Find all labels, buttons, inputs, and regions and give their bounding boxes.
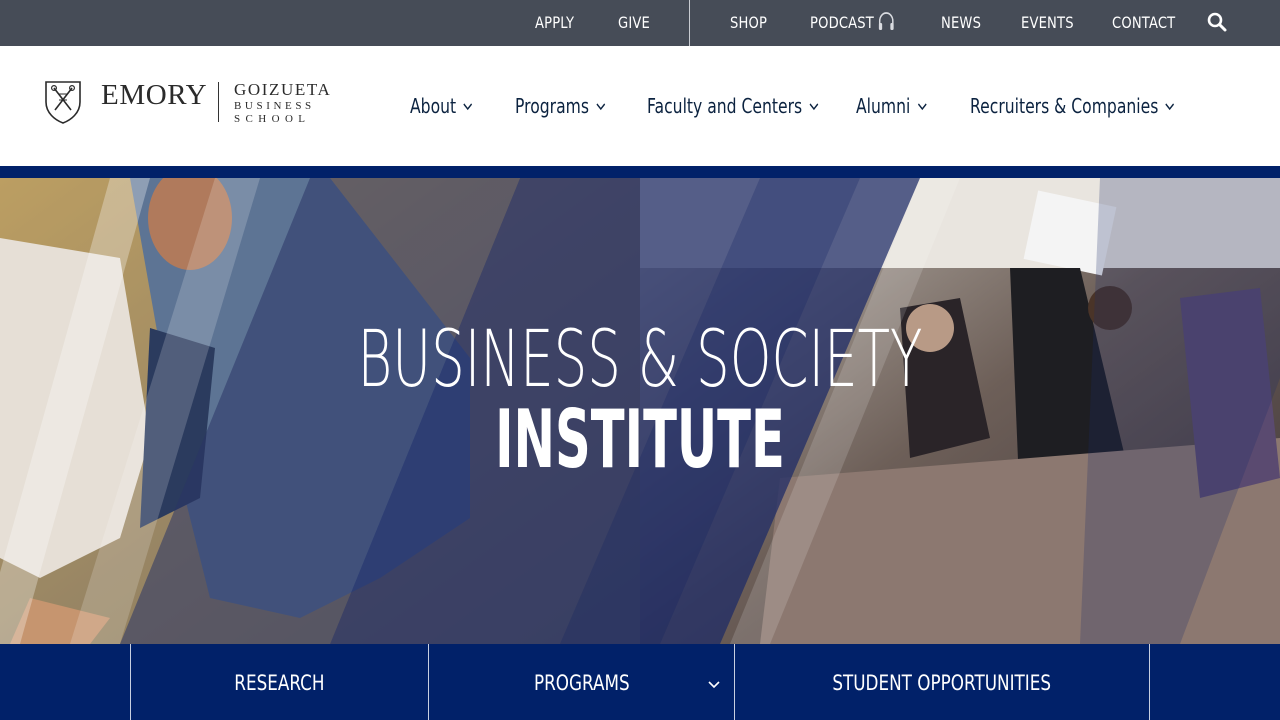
nav-item-about[interactable]: About (410, 91, 473, 121)
site-header: EMORY GOIZUETA BUSINESS SCHOOL About Pro… (0, 46, 1280, 166)
nav-item-label: Recruiters & Companies (970, 94, 1159, 118)
logo-school: SCHOOL (234, 113, 311, 125)
chevron-down-icon (917, 103, 927, 111)
utility-link-news[interactable]: NEWS (941, 0, 981, 46)
subnav-tab-label: RESEARCH (234, 671, 325, 695)
subnav-tab-label: PROGRAMS (533, 671, 630, 695)
subnav-divider (1149, 644, 1150, 720)
utility-link-events[interactable]: EVENTS (1021, 0, 1074, 46)
nav-item-programs[interactable]: Programs (515, 91, 606, 121)
utility-link-apply[interactable]: APPLY (535, 0, 574, 46)
subnav-tab-student-opportunities[interactable]: STUDENT OPPORTUNITIES (735, 644, 1149, 720)
utility-divider (689, 0, 690, 46)
subnav-tab-label: STUDENT OPPORTUNITIES (832, 671, 1052, 695)
logo-emory: EMORY (101, 79, 208, 111)
hero-title: BUSINESS & SOCIETY INSTITUTE (0, 318, 1280, 482)
nav-item-label: Faculty and Centers (647, 94, 803, 118)
utility-link-give[interactable]: GIVE (618, 0, 650, 46)
hero-banner: BUSINESS & SOCIETY INSTITUTE (0, 178, 1280, 644)
subnav-tab-research[interactable]: RESEARCH (131, 644, 428, 720)
chevron-down-icon (1165, 103, 1175, 111)
podcast-label: PODCAST (810, 13, 874, 32)
utility-link-shop[interactable]: SHOP (730, 0, 767, 46)
hero-title-line1: BUSINESS & SOCIETY (357, 315, 923, 405)
hero-title-line2: INSTITUTE (495, 393, 785, 486)
chevron-down-icon (809, 103, 819, 111)
nav-item-alumni[interactable]: Alumni (856, 91, 927, 121)
utility-link-podcast[interactable]: PODCAST (810, 0, 895, 46)
emory-shield-icon (45, 81, 81, 124)
search-icon[interactable] (1205, 11, 1229, 35)
nav-item-label: Alumni (856, 94, 911, 118)
nav-item-label: Programs (515, 94, 589, 118)
chevron-down-icon (463, 103, 473, 111)
chevron-down-icon (596, 103, 605, 111)
utility-bar: APPLY GIVE SHOP PODCAST NEWS EVENTS CONT… (0, 0, 1280, 46)
headphones-icon (878, 12, 894, 30)
nav-item-label: About (410, 94, 457, 118)
section-subnav: RESEARCH PROGRAMS STUDENT OPPORTUNITIES (0, 644, 1280, 720)
chevron-down-icon (708, 681, 720, 689)
nav-item-recruiters-and-companies[interactable]: Recruiters & Companies (970, 91, 1175, 121)
logo-business: BUSINESS (234, 100, 315, 112)
logo-goizueta: GOIZUETA (234, 80, 332, 99)
logo-divider (218, 82, 219, 122)
header-accent-strip (0, 166, 1280, 178)
utility-link-contact[interactable]: CONTACT (1112, 0, 1175, 46)
goizueta-logo[interactable]: EMORY GOIZUETA BUSINESS SCHOOL (44, 80, 340, 126)
nav-item-faculty-and-centers[interactable]: Faculty and Centers (647, 91, 819, 121)
subnav-tab-programs[interactable]: PROGRAMS (429, 644, 734, 720)
